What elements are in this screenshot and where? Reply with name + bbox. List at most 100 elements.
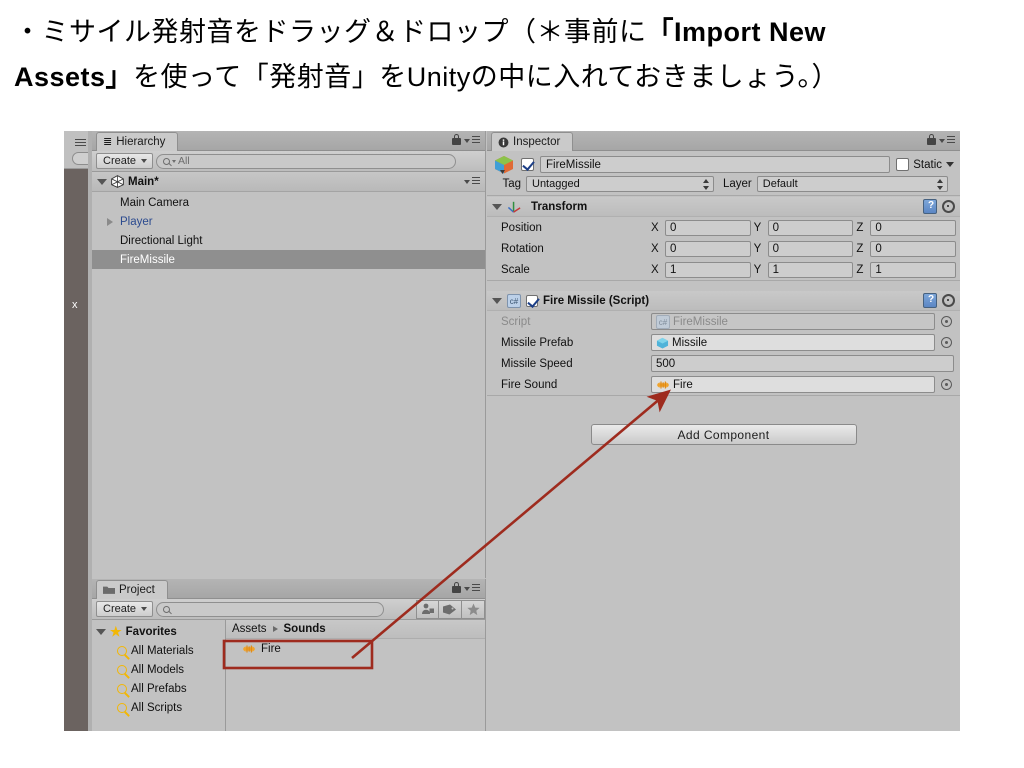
- gameobject-cube-icon: [495, 155, 513, 174]
- favorite-item-label: All Prefabs: [131, 682, 187, 695]
- scale-z-input[interactable]: 1: [870, 261, 957, 278]
- axis-y-label: Y: [753, 263, 762, 276]
- scale-z-value: 1: [875, 263, 882, 276]
- fire-missile-component-header[interactable]: c# Fire Missile (Script): [487, 291, 960, 311]
- scene-options-icon[interactable]: [464, 177, 480, 186]
- static-checkbox[interactable]: [896, 158, 910, 171]
- label-tag-icon[interactable]: [439, 599, 462, 619]
- hierarchy-create-button[interactable]: Create: [96, 153, 154, 169]
- scale-vector: X 1 Y 1 Z 1: [651, 261, 960, 278]
- scene-view-sliver[interactable]: x: [64, 131, 94, 731]
- unity-scene-icon: [111, 175, 124, 188]
- tag-value: Untagged: [532, 177, 580, 190]
- chevron-down-icon[interactable]: [946, 162, 954, 167]
- object-picker-icon[interactable]: [941, 337, 952, 348]
- position-z-input[interactable]: 0: [870, 219, 957, 236]
- add-component-button[interactable]: Add Component: [590, 424, 857, 445]
- object-picker-icon[interactable]: [941, 316, 952, 327]
- project-assets-column: Assets Sounds Fire: [226, 620, 485, 731]
- search-icon: [163, 605, 171, 613]
- hierarchy-item-directional-light[interactable]: Directional Light: [92, 231, 485, 250]
- rotation-z-value: 0: [875, 242, 882, 255]
- transform-title: Transform: [531, 200, 588, 213]
- lock-icon[interactable]: [452, 582, 461, 593]
- scale-y-input[interactable]: 1: [767, 261, 854, 278]
- inspector-options-icon[interactable]: [939, 136, 955, 145]
- tab-project-label: Project: [119, 584, 155, 596]
- position-x-input[interactable]: 0: [665, 219, 751, 236]
- breadcrumb-root[interactable]: Assets: [232, 623, 267, 635]
- component-header-actions: [923, 293, 955, 308]
- search-icon: [117, 645, 127, 656]
- rotation-y-input[interactable]: 0: [767, 240, 854, 257]
- axis-y-label: Y: [753, 221, 762, 234]
- hierarchy-item-player[interactable]: Player: [92, 212, 485, 231]
- chevron-down-icon[interactable]: [96, 628, 106, 635]
- scale-x-value: 1: [670, 263, 677, 276]
- add-component-label: Add Component: [677, 427, 770, 442]
- static-toggle-group: Static: [896, 158, 954, 171]
- favorite-star-icon[interactable]: [462, 599, 485, 619]
- axis-z-label: Z: [856, 263, 864, 276]
- tab-hierarchy[interactable]: ≣ Hierarchy: [96, 132, 179, 151]
- hierarchy-scene-row[interactable]: Main*: [92, 172, 485, 192]
- tag-dropdown[interactable]: Untagged: [526, 175, 714, 192]
- gameobject-enabled-checkbox[interactable]: [521, 158, 534, 171]
- audio-clip-icon: [242, 645, 256, 652]
- gear-icon[interactable]: [942, 294, 955, 307]
- lock-icon[interactable]: [452, 134, 461, 145]
- script-label: Script: [501, 315, 531, 328]
- tag-label: Tag: [502, 177, 521, 190]
- tab-project[interactable]: Project: [96, 580, 168, 599]
- unity-editor-window: x ≣ Hierarchy Create All Main* Main Came…: [64, 131, 960, 731]
- object-picker-icon[interactable]: [941, 379, 952, 390]
- project-search-input[interactable]: [156, 601, 385, 617]
- missile-speed-input[interactable]: 500: [651, 355, 954, 372]
- script-object-field[interactable]: c# FireMissile: [651, 313, 935, 330]
- tab-inspector[interactable]: Inspector: [491, 132, 574, 151]
- help-icon[interactable]: [923, 293, 937, 308]
- caption-line-2: Assets」を使って「発射音」をUnityの中に入れておきましょう。）: [14, 55, 1010, 100]
- hierarchy-item-firemissile[interactable]: FireMissile: [92, 250, 485, 269]
- scene-menu-icon[interactable]: [75, 139, 86, 147]
- transform-position-row: Position X 0 Y 0 Z 0: [487, 217, 960, 238]
- caption-line-1-bold: 「Import New: [646, 17, 827, 47]
- lock-icon[interactable]: [927, 134, 936, 145]
- fire-sound-object-field[interactable]: Fire: [651, 376, 935, 393]
- inspector-tabbar: Inspector: [487, 131, 960, 151]
- favorite-item-all-materials[interactable]: All Materials: [92, 641, 225, 660]
- axis-x-label: X: [651, 263, 659, 276]
- favorite-item-all-models[interactable]: All Models: [92, 660, 225, 679]
- axis-z-label: Z: [856, 242, 864, 255]
- missile-prefab-object-field[interactable]: Missile: [651, 334, 935, 351]
- hierarchy-item-main-camera[interactable]: Main Camera: [92, 193, 485, 212]
- missile-speed-label: Missile Speed: [501, 357, 573, 370]
- chevron-down-icon[interactable]: [492, 297, 502, 304]
- favorite-item-all-scripts[interactable]: All Scripts: [92, 698, 225, 717]
- asset-item-fire[interactable]: Fire: [226, 639, 485, 658]
- project-options-icon[interactable]: [464, 584, 480, 593]
- rotation-x-input[interactable]: 0: [665, 240, 751, 257]
- gear-icon[interactable]: [942, 200, 955, 213]
- layer-dropdown[interactable]: Default: [756, 175, 948, 192]
- transform-component: Transform Position X 0 Y 0 Z 0: [487, 197, 960, 281]
- rotation-z-input[interactable]: 0: [870, 240, 957, 257]
- scene-view-toolbar: [64, 131, 94, 169]
- chevron-down-icon[interactable]: [97, 178, 107, 185]
- hierarchy-search-input[interactable]: All: [156, 153, 457, 169]
- favorites-root[interactable]: ★ Favorites: [92, 622, 225, 641]
- favorite-item-all-prefabs[interactable]: All Prefabs: [92, 679, 225, 698]
- object-filter-icon[interactable]: [416, 599, 439, 619]
- help-icon[interactable]: [923, 199, 937, 214]
- component-enabled-checkbox[interactable]: [526, 294, 538, 307]
- scale-label: Scale: [501, 263, 530, 276]
- caption-line-2-plain: を使って「発射音」をUnityの中に入れておきましょう。）: [133, 62, 839, 92]
- scale-x-input[interactable]: 1: [665, 261, 751, 278]
- chevron-right-icon[interactable]: [107, 218, 113, 226]
- hierarchy-options-icon[interactable]: [464, 136, 480, 145]
- position-y-input[interactable]: 0: [767, 219, 854, 236]
- chevron-down-icon[interactable]: [492, 203, 502, 210]
- gameobject-name-input[interactable]: FireMissile: [540, 156, 891, 173]
- project-create-button[interactable]: Create: [96, 601, 154, 617]
- transform-component-header[interactable]: Transform: [487, 197, 960, 217]
